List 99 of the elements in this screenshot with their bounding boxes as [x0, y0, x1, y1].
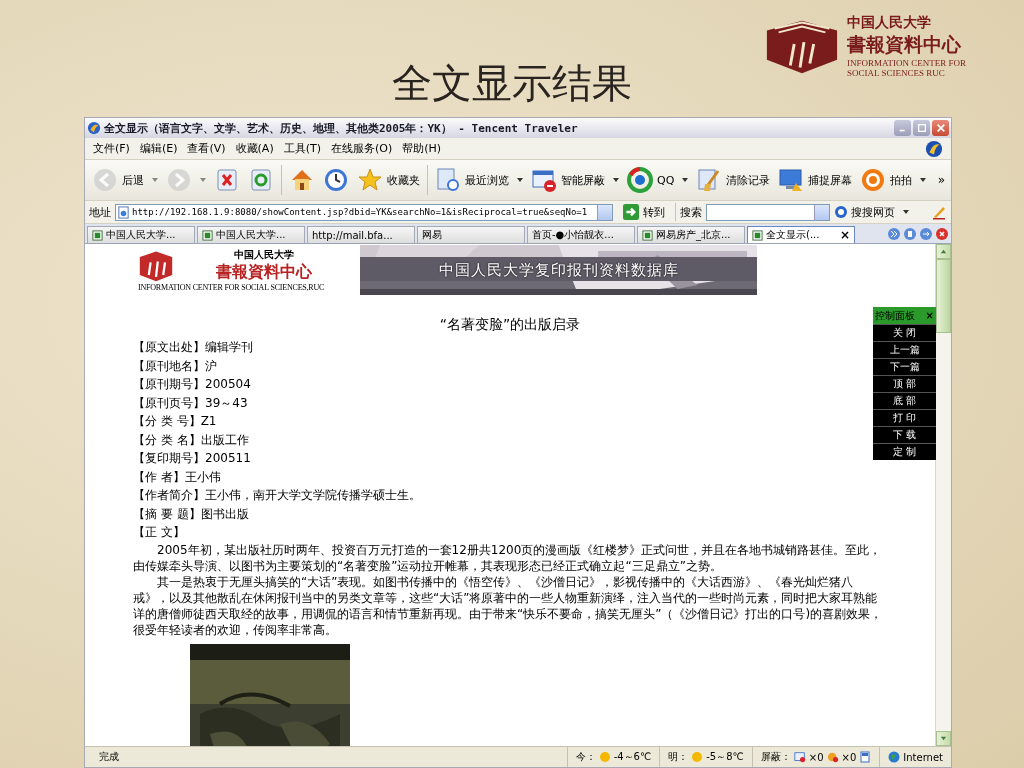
maximize-button[interactable] [913, 120, 930, 136]
menu-item[interactable]: 工具(T) [283, 141, 321, 156]
article-field: 【作 者】王小伟 [133, 467, 887, 486]
logo-caption: INFORMATION CENTER FOR SOCIAL SCIENCES,RUC [138, 283, 325, 292]
weather-reading: -5～8℃ [706, 750, 744, 764]
star-icon [357, 167, 383, 193]
panel-button[interactable]: 打 印 [873, 409, 936, 426]
toolbar-button[interactable]: 捕捉屏幕 [777, 165, 854, 195]
close-tab-icon[interactable] [935, 226, 949, 241]
more-button[interactable]: » [937, 173, 945, 187]
panel-button[interactable]: 顶 部 [873, 375, 936, 392]
sun-icon [598, 751, 611, 763]
logo-calligraphy: 書報資料中心 [215, 262, 312, 283]
go-button[interactable]: 转到 [617, 204, 671, 220]
slide-title: 全文显示结果 [392, 59, 632, 108]
browser-tab[interactable]: 网易房产_北京... [637, 226, 745, 243]
close-icon [935, 123, 946, 133]
forward-icon [166, 167, 192, 193]
logo-caption: INFORMATION CENTER FOR [847, 58, 966, 68]
article-field: 【作者简介】王小伟，南开大学文学院传播学硕士生。 [133, 486, 887, 505]
article-field: 【正 文】 [133, 523, 887, 542]
menu-item[interactable]: 编辑(E) [139, 141, 178, 156]
browser-icon [87, 121, 101, 135]
logo-calligraphy: 書報資料中心 [847, 32, 962, 57]
browser-tab[interactable]: 中国人民大学... [197, 226, 305, 243]
block-count: ×0 [808, 751, 824, 763]
refresh-icon [248, 167, 274, 193]
search-button[interactable]: 搜搜网页 [834, 204, 895, 220]
down-arrow-icon[interactable] [939, 734, 948, 743]
browser-tab[interactable]: 首页-●小怡靓衣... [527, 226, 635, 243]
panel-button[interactable]: 定 制 [873, 443, 936, 460]
target-icon [860, 167, 887, 193]
status-text: 完成 [98, 750, 120, 764]
ring-icon [627, 167, 653, 193]
up-arrow-icon[interactable] [939, 247, 948, 256]
page-icon [117, 205, 130, 219]
article-paragraph: 2005年初，某出版社历时两年、投资百万元打造的一套12册共1200页的漫画版《红楼梦》正式问世，并且在各地书城销路甚佳。至此，由传媒牵头导演、以图书为主要策划的“名著变脸”运动拉开帷幕，其表现形态已经正式确立起“三足鼎立”之势。 [133, 541, 883, 574]
maximize-icon [916, 123, 927, 133]
browser-tab[interactable]: 中国人民大学... [87, 226, 195, 243]
switch-tab-icon[interactable] [919, 226, 933, 241]
logo-text: 中国人民大学 [847, 14, 932, 32]
new-tab-icon[interactable] [903, 226, 917, 241]
close-button[interactable] [932, 120, 949, 136]
zone-text: Internet [903, 751, 943, 763]
globe-icon [888, 751, 901, 763]
sun-icon [691, 751, 704, 763]
popup-window-icon [793, 751, 806, 763]
panel-title: 控制面板 [875, 308, 915, 323]
address-field[interactable]: http://192.168.1.9:8080/showContent.jsp?dbid=YK&searchNo=1&isReciprocal=true&seqNo=1 [115, 203, 613, 221]
weather-label: 明： [668, 750, 689, 764]
browser-tab[interactable]: 网易 [417, 226, 525, 243]
monitor-icon [778, 167, 805, 193]
blocked-ad-icon [826, 751, 839, 763]
panel-button[interactable]: 下一篇 [873, 358, 936, 375]
browser-tab[interactable]: 全文显示(... × [747, 226, 855, 243]
panel-button[interactable]: 关 闭 [873, 324, 936, 341]
menu-item[interactable]: 文件(F) [93, 141, 130, 156]
window-title: 全文显示（语言文字、文学、艺术、历史、地理、其他类2005年：YK） - Tencent Traveler [104, 120, 579, 136]
stop-icon [214, 167, 240, 193]
logo-caption: SOCIAL SCIENCES RUC [847, 68, 946, 78]
panel-button[interactable]: 底 部 [873, 392, 936, 409]
logo-text: 中国人民大学 [233, 248, 294, 262]
article-paragraph: 其一是热衷于无厘头搞笑的“大话”表现。如图书传播中的《悟空传》、《沙僧日记》，影视传播中的《大话西游》、《春光灿烂猪八戒》，以及其他散乱在休闲报刊当中的另类文章等，这些“大话”将原著中的一些人物重新演绎，注入当代的一些时尚元素，同时把大家耳熟能详的唐僧师徒西天取经的故事，用调侃的语言和情节重新再现。由于带来“快乐不要命，搞笑无厘头”（《沙僧日记》打出的口号)的喜剧效果，很受年轻读者的欢迎，传阅率非常高。 [133, 573, 884, 638]
menu-item[interactable]: 帮助(H) [402, 141, 442, 156]
page-icon [859, 751, 872, 763]
weather-label: 今： [575, 750, 596, 764]
page-clock-icon [435, 167, 461, 193]
menu-item[interactable]: 收藏(A) [235, 141, 274, 156]
weather-reading: -4～6℃ [613, 750, 652, 764]
scrollbar[interactable] [935, 244, 951, 746]
clock-icon [323, 167, 349, 193]
toolbar-button[interactable]: QQ [626, 165, 690, 195]
arrow-icon [623, 204, 639, 220]
search-label: 搜索 [680, 204, 702, 220]
pen-icon[interactable] [931, 204, 947, 220]
search-field[interactable] [706, 203, 830, 221]
block-label: 屏蔽： [760, 750, 791, 764]
window-icon [531, 167, 557, 193]
minimize-button[interactable] [894, 120, 911, 136]
browser-logo-icon [925, 139, 943, 158]
banner-title: 中国人民大学复印报刊资料数据库 [438, 260, 679, 280]
panel-button[interactable]: 上一篇 [873, 341, 936, 358]
tab-list-icon[interactable] [887, 226, 901, 241]
back-icon [92, 167, 118, 193]
scroll-thumb[interactable] [936, 259, 951, 333]
panel-close-button[interactable]: × [925, 310, 934, 321]
block-count: ×0 [841, 751, 857, 763]
search-logo-icon [834, 205, 848, 219]
toolbar-button[interactable]: 清除记录 [695, 165, 772, 195]
toolbar-button[interactable]: 拍拍 [859, 165, 928, 195]
toolbar-button[interactable]: 最近浏览 [434, 165, 524, 195]
menu-item[interactable]: 在线服务(O) [331, 141, 393, 156]
menu-item[interactable]: 查看(V) [187, 141, 226, 156]
panel-button[interactable]: 下 载 [873, 426, 936, 443]
article-field: 【摘 要 题】图书出版 [133, 504, 887, 523]
address-label: 地址 [89, 204, 111, 220]
toolbar-button[interactable]: 收藏夹 [356, 165, 421, 195]
browser-tab[interactable]: http://mail.bfa... [307, 226, 415, 243]
toolbar-button[interactable]: 智能屏蔽 [530, 165, 620, 195]
